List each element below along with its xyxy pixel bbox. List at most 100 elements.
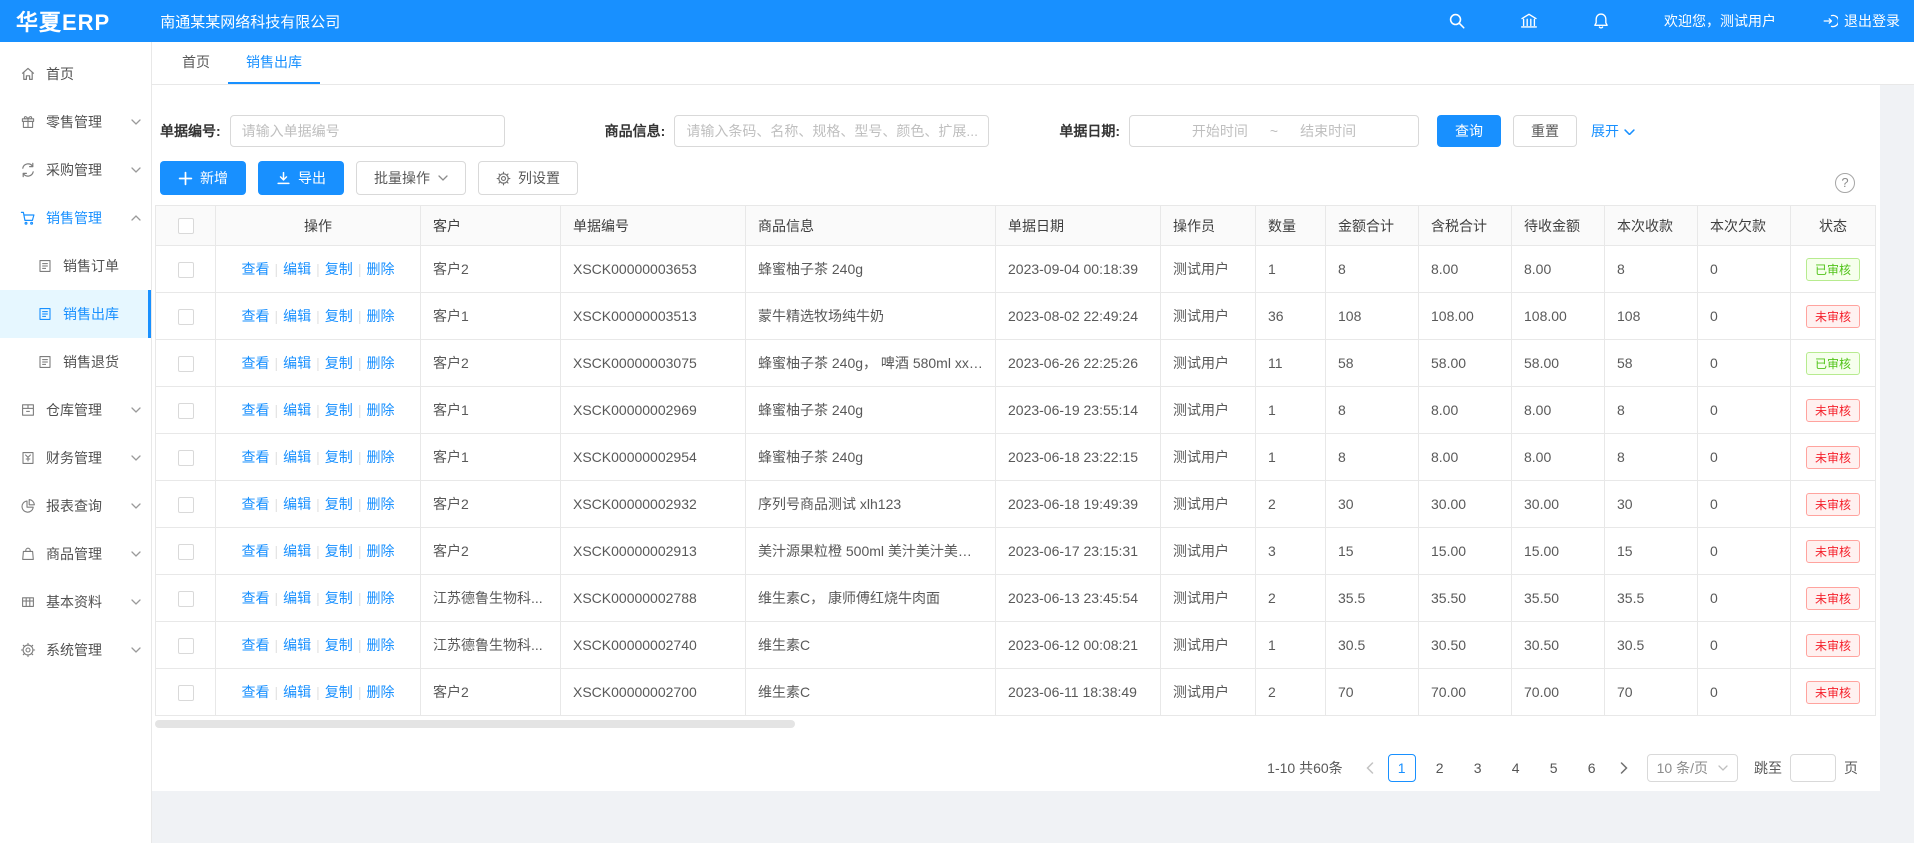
delete-link[interactable]: 删除 xyxy=(366,590,394,606)
scrollbar-thumb[interactable] xyxy=(155,720,795,728)
copy-link[interactable]: 复制 xyxy=(325,543,353,559)
sidebar-item-purchase[interactable]: 采购管理 xyxy=(0,146,151,194)
edit-link[interactable]: 编辑 xyxy=(283,308,311,324)
chevron-down-icon xyxy=(1718,765,1728,771)
expand-link[interactable]: 展开 xyxy=(1591,121,1635,141)
view-link[interactable]: 查看 xyxy=(242,402,270,418)
row-checkbox[interactable] xyxy=(178,262,194,278)
search-icon[interactable] xyxy=(1448,12,1466,30)
copy-link[interactable]: 复制 xyxy=(325,449,353,465)
copy-link[interactable]: 复制 xyxy=(325,308,353,324)
edit-link[interactable]: 编辑 xyxy=(283,355,311,371)
page-button-5[interactable]: 5 xyxy=(1540,754,1568,782)
edit-link[interactable]: 编辑 xyxy=(283,684,311,700)
date-range-input[interactable]: 开始时间 ~ 结束时间 xyxy=(1129,115,1419,147)
prev-page-button[interactable] xyxy=(1357,754,1383,782)
cell-customer: 客户2 xyxy=(421,669,561,716)
jump-to-input[interactable] xyxy=(1790,754,1836,782)
cell-receivable: 15.00 xyxy=(1512,528,1605,575)
row-checkbox[interactable] xyxy=(178,497,194,513)
bell-icon[interactable] xyxy=(1592,12,1610,30)
add-button[interactable]: 新增 xyxy=(160,161,246,195)
sidebar-item-sales-outbound[interactable]: 销售出库 xyxy=(0,290,151,338)
delete-link[interactable]: 删除 xyxy=(366,637,394,653)
row-checkbox[interactable] xyxy=(178,309,194,325)
next-page-button[interactable] xyxy=(1611,754,1637,782)
edit-link[interactable]: 编辑 xyxy=(283,261,311,277)
cell-operator: 测试用户 xyxy=(1161,340,1256,387)
view-link[interactable]: 查看 xyxy=(242,543,270,559)
view-link[interactable]: 查看 xyxy=(242,355,270,371)
sidebar-item-goods[interactable]: 商品管理 xyxy=(0,530,151,578)
sidebar-item-home[interactable]: 首页 xyxy=(0,50,151,98)
edit-link[interactable]: 编辑 xyxy=(283,637,311,653)
copy-link[interactable]: 复制 xyxy=(325,684,353,700)
row-checkbox[interactable] xyxy=(178,544,194,560)
delete-link[interactable]: 删除 xyxy=(366,496,394,512)
help-icon[interactable]: ? xyxy=(1835,173,1855,193)
copy-link[interactable]: 复制 xyxy=(325,496,353,512)
delete-link[interactable]: 删除 xyxy=(366,355,394,371)
edit-link[interactable]: 编辑 xyxy=(283,496,311,512)
page-button-2[interactable]: 2 xyxy=(1426,754,1454,782)
search-button[interactable]: 查询 xyxy=(1437,115,1501,147)
view-link[interactable]: 查看 xyxy=(242,449,270,465)
reset-button[interactable]: 重置 xyxy=(1513,115,1577,147)
copy-link[interactable]: 复制 xyxy=(325,637,353,653)
platform-icon[interactable] xyxy=(1520,12,1538,30)
row-checkbox[interactable] xyxy=(178,450,194,466)
delete-link[interactable]: 删除 xyxy=(366,261,394,277)
delete-link[interactable]: 删除 xyxy=(366,402,394,418)
sidebar-item-system[interactable]: 系统管理 xyxy=(0,626,151,674)
cell-customer: 客户2 xyxy=(421,528,561,575)
delete-link[interactable]: 删除 xyxy=(366,543,394,559)
sidebar-item-retail[interactable]: 零售管理 xyxy=(0,98,151,146)
sidebar-item-sales-return[interactable]: 销售退货 xyxy=(0,338,151,386)
export-button[interactable]: 导出 xyxy=(258,161,344,195)
row-checkbox[interactable] xyxy=(178,403,194,419)
edit-link[interactable]: 编辑 xyxy=(283,590,311,606)
edit-link[interactable]: 编辑 xyxy=(283,402,311,418)
column-settings-button[interactable]: 列设置 xyxy=(478,161,578,195)
batch-actions-button[interactable]: 批量操作 xyxy=(356,161,466,195)
row-checkbox[interactable] xyxy=(178,638,194,654)
page-button-6[interactable]: 6 xyxy=(1578,754,1606,782)
select-all-checkbox[interactable] xyxy=(178,218,194,234)
delete-link[interactable]: 删除 xyxy=(366,684,394,700)
edit-link[interactable]: 编辑 xyxy=(283,543,311,559)
row-checkbox[interactable] xyxy=(178,685,194,701)
view-link[interactable]: 查看 xyxy=(242,308,270,324)
page-button-4[interactable]: 4 xyxy=(1502,754,1530,782)
delete-link[interactable]: 删除 xyxy=(366,308,394,324)
cell-goods: 蜂蜜柚子茶 240g xyxy=(746,434,996,481)
bill-no-input[interactable] xyxy=(230,115,505,147)
view-link[interactable]: 查看 xyxy=(242,684,270,700)
copy-link[interactable]: 复制 xyxy=(325,261,353,277)
view-link[interactable]: 查看 xyxy=(242,590,270,606)
sidebar-item-finance[interactable]: 财务管理 xyxy=(0,434,151,482)
goods-info-input[interactable] xyxy=(674,115,989,147)
view-link[interactable]: 查看 xyxy=(242,261,270,277)
sidebar-item-warehouse[interactable]: 仓库管理 xyxy=(0,386,151,434)
copy-link[interactable]: 复制 xyxy=(325,402,353,418)
view-link[interactable]: 查看 xyxy=(242,637,270,653)
row-checkbox[interactable] xyxy=(178,356,194,372)
copy-link[interactable]: 复制 xyxy=(325,355,353,371)
sidebar-item-sales[interactable]: 销售管理 xyxy=(0,194,151,242)
copy-link[interactable]: 复制 xyxy=(325,590,353,606)
edit-link[interactable]: 编辑 xyxy=(283,449,311,465)
view-link[interactable]: 查看 xyxy=(242,496,270,512)
page-button-3[interactable]: 3 xyxy=(1464,754,1492,782)
page-unit-label: 页 xyxy=(1844,758,1858,778)
sidebar-item-sales-order[interactable]: 销售订单 xyxy=(0,242,151,290)
horizontal-scrollbar[interactable] xyxy=(155,720,1880,728)
delete-link[interactable]: 删除 xyxy=(366,449,394,465)
page-size-select[interactable]: 10 条/页 xyxy=(1647,754,1738,782)
tab-sales-outbound[interactable]: 销售出库 xyxy=(228,42,320,84)
logout-button[interactable]: 退出登录 xyxy=(1822,11,1900,31)
sidebar-item-report[interactable]: 报表查询 xyxy=(0,482,151,530)
sidebar-item-basic[interactable]: 基本资料 xyxy=(0,578,151,626)
tab-home[interactable]: 首页 xyxy=(164,42,228,84)
row-checkbox[interactable] xyxy=(178,591,194,607)
page-button-1[interactable]: 1 xyxy=(1388,754,1416,782)
